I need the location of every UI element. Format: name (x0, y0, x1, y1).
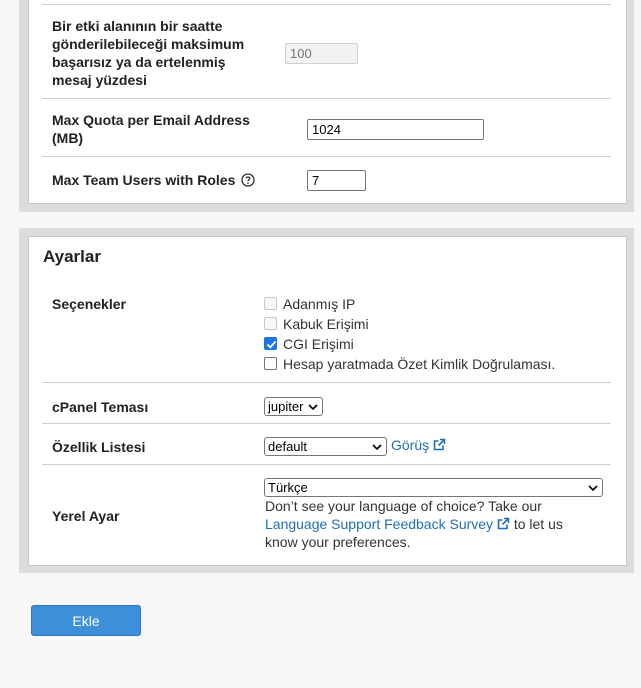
feature-view-link-text: Görüş (391, 437, 430, 453)
feature-list-select-value: default (268, 439, 308, 454)
feature-list-label: Özellik Listesi (52, 439, 146, 455)
help-circle-icon[interactable] (241, 173, 255, 187)
feature-list-select[interactable]: default (264, 437, 387, 456)
team-users-input[interactable] (307, 170, 366, 191)
digest-auth-checkbox[interactable] (264, 357, 277, 370)
chevron-down-icon (308, 404, 318, 411)
shell-access-checkbox[interactable] (264, 317, 277, 330)
add-button[interactable]: Ekle (31, 605, 141, 636)
team-users-label: Max Team Users with Roles (52, 171, 255, 189)
fail-percent-input[interactable] (285, 43, 358, 64)
external-link-icon (433, 438, 446, 451)
shell-access-label: Kabuk Erişimi (283, 316, 369, 332)
locale-label: Yerel Ayar (52, 508, 120, 524)
locale-select-value: Türkçe (268, 480, 308, 495)
quota-input[interactable] (307, 119, 484, 140)
divider (42, 382, 611, 383)
theme-select-value: jupiter (268, 399, 304, 414)
options-label: Seçenekler (52, 296, 126, 312)
theme-select[interactable]: jupiter (264, 397, 323, 416)
feature-view-link[interactable]: Görüş (391, 437, 446, 453)
locale-help-line3: know your preferences. (265, 534, 411, 550)
locale-help-line2: to let us (513, 516, 563, 532)
cgi-access-label: CGI Erişimi (283, 336, 354, 352)
chevron-down-icon (588, 485, 598, 492)
external-link-icon (497, 517, 510, 530)
settings-title: Ayarlar (43, 247, 101, 266)
cgi-access-checkbox[interactable] (264, 337, 277, 350)
dedicated-ip-checkbox[interactable] (264, 297, 277, 310)
divider (42, 464, 611, 465)
theme-label: cPanel Teması (52, 399, 149, 415)
locale-select[interactable]: Türkçe (264, 478, 603, 497)
divider (42, 423, 611, 424)
chevron-down-icon (372, 444, 382, 451)
divider (42, 4, 611, 5)
language-survey-link-text: Language Support Feedback Survey (265, 516, 494, 532)
divider (42, 98, 611, 99)
divider (42, 156, 611, 157)
locale-help-text: Don’t see your language of choice? Take … (265, 497, 595, 551)
locale-help-line1: Don’t see your language of choice? Take … (265, 498, 542, 514)
dedicated-ip-label: Adanmış IP (283, 296, 356, 312)
checkmark-icon (266, 340, 277, 349)
quota-label: Max Quota per Email Address (MB) (52, 112, 250, 146)
fail-percent-label: Bir etki alanının bir saatte gönderilebi… (52, 18, 245, 88)
digest-auth-label: Hesap yaratmada Özet Kimlik Doğrulaması. (283, 356, 556, 372)
language-survey-link[interactable]: Language Support Feedback Survey (265, 516, 514, 532)
team-users-label-text: Max Team Users with Roles (52, 172, 236, 188)
